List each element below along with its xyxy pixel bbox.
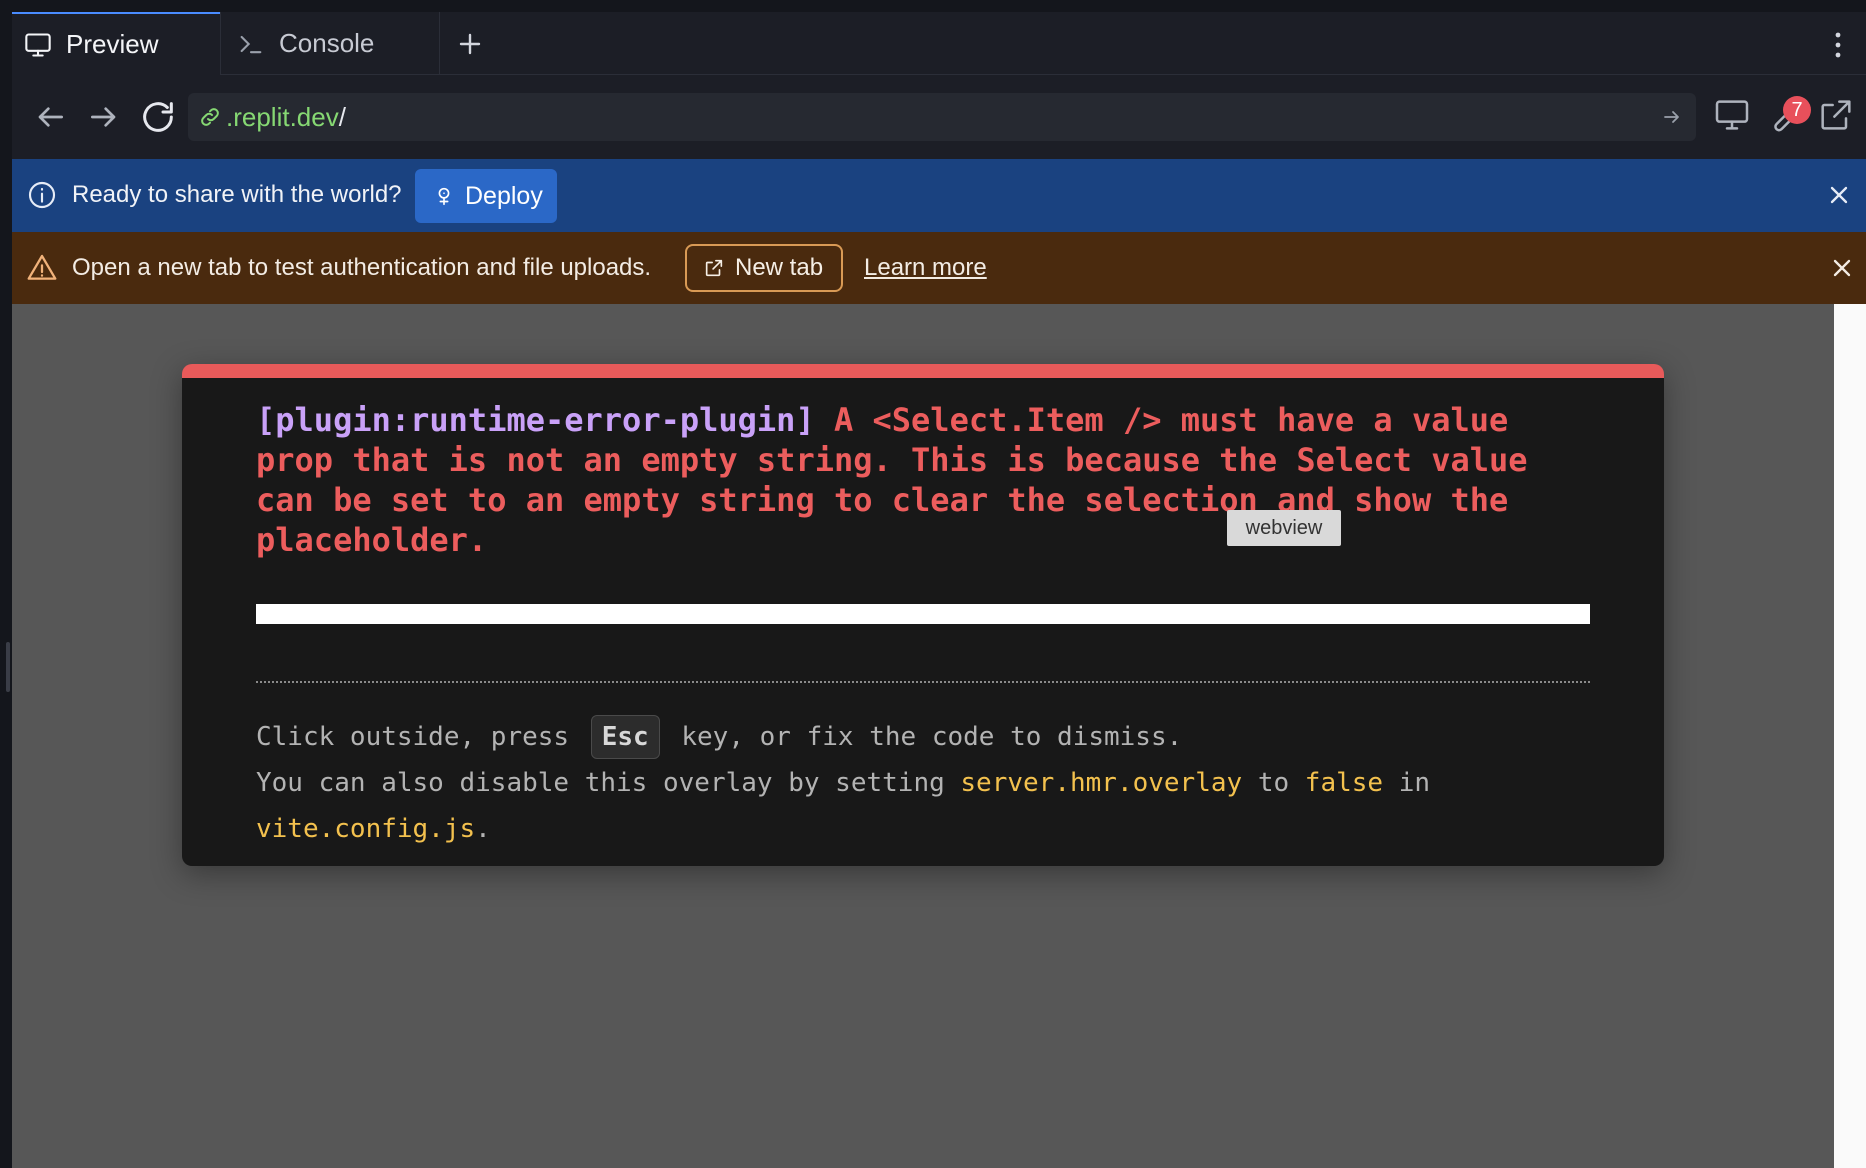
- deploy-icon: [433, 185, 455, 207]
- close-icon[interactable]: [1828, 254, 1856, 282]
- esc-key: Esc: [590, 715, 660, 759]
- preview-pane: Preview Console .replit.dev / 7 Ready to…: [6, 12, 1866, 1168]
- forward-arrow-icon[interactable]: [84, 97, 124, 137]
- tip-text: Click outside, press: [256, 722, 570, 752]
- url-path: /: [338, 101, 346, 132]
- warning-icon: [26, 252, 58, 284]
- add-tab-button[interactable]: [452, 26, 488, 62]
- url-host: .replit.dev: [226, 101, 339, 132]
- back-arrow-icon[interactable]: [30, 97, 70, 137]
- tab-console-label: Console: [279, 28, 375, 58]
- scrollbar[interactable]: [1834, 304, 1866, 1168]
- close-icon[interactable]: [1825, 181, 1853, 209]
- error-stack-frame: [256, 604, 1590, 624]
- tab-preview-label: Preview: [66, 29, 159, 59]
- tip-text: .: [475, 814, 491, 844]
- learn-more-link[interactable]: Learn more: [864, 254, 987, 282]
- tip-line-1: Click outside, press Esc key, or fix the…: [256, 714, 1596, 760]
- reload-icon[interactable]: [138, 97, 178, 137]
- error-plugin-name: [plugin:runtime-error-plugin]: [256, 401, 815, 439]
- deploy-button-label: Deploy: [465, 181, 543, 210]
- resize-handle[interactable]: [6, 642, 10, 692]
- tip-text: key, or fix the code to dismiss.: [681, 722, 1183, 752]
- info-icon: [26, 179, 58, 211]
- webview-viewport[interactable]: [plugin:runtime-error-plugin] A <Select.…: [12, 304, 1834, 1168]
- url-field[interactable]: .replit.dev /: [188, 93, 1696, 141]
- webview-tooltip: webview: [1227, 510, 1341, 546]
- new-tab-button-label: New tab: [735, 254, 824, 281]
- tip-text: to: [1257, 768, 1290, 798]
- device-preview-icon[interactable]: [1712, 95, 1752, 135]
- error-message: [plugin:runtime-error-plugin] A <Select.…: [256, 400, 1596, 560]
- overlay-divider: [256, 681, 1590, 683]
- tip-line-3: vite.config.js.: [256, 806, 1596, 852]
- tip-text: You can also disable this overlay by set…: [256, 768, 945, 798]
- deploy-button[interactable]: Deploy: [415, 169, 557, 223]
- link-icon: [198, 105, 222, 129]
- tip-text: in: [1398, 768, 1431, 798]
- tip-line-2: You can also disable this overlay by set…: [256, 760, 1596, 806]
- config-file: vite.config.js: [256, 814, 476, 844]
- open-new-window-icon[interactable]: [1816, 95, 1856, 135]
- notification-badge: 7: [1783, 96, 1811, 124]
- terminal-icon: [237, 30, 265, 58]
- more-options-icon[interactable]: [1832, 30, 1844, 60]
- overlay-tip: Click outside, press Esc key, or fix the…: [256, 714, 1596, 852]
- false-value: false: [1304, 768, 1384, 798]
- tab-bar: Preview Console: [12, 12, 1866, 75]
- deploy-banner: Ready to share with the world? Deploy: [12, 159, 1866, 232]
- overlay-setting: server.hmr.overlay: [960, 768, 1243, 798]
- warning-banner: Open a new tab to test authentication an…: [12, 232, 1866, 304]
- deploy-banner-text: Ready to share with the world?: [72, 181, 402, 208]
- external-link-icon: [703, 257, 725, 279]
- warning-banner-text: Open a new tab to test authentication an…: [72, 254, 652, 281]
- url-toolbar: .replit.dev /: [12, 75, 1866, 159]
- monitor-icon: [24, 31, 52, 59]
- error-overlay: [plugin:runtime-error-plugin] A <Select.…: [182, 364, 1664, 866]
- tab-preview[interactable]: Preview: [12, 12, 220, 75]
- tab-console[interactable]: Console: [220, 12, 440, 75]
- go-arrow-icon[interactable]: [1660, 105, 1684, 129]
- new-tab-button[interactable]: New tab: [685, 244, 843, 292]
